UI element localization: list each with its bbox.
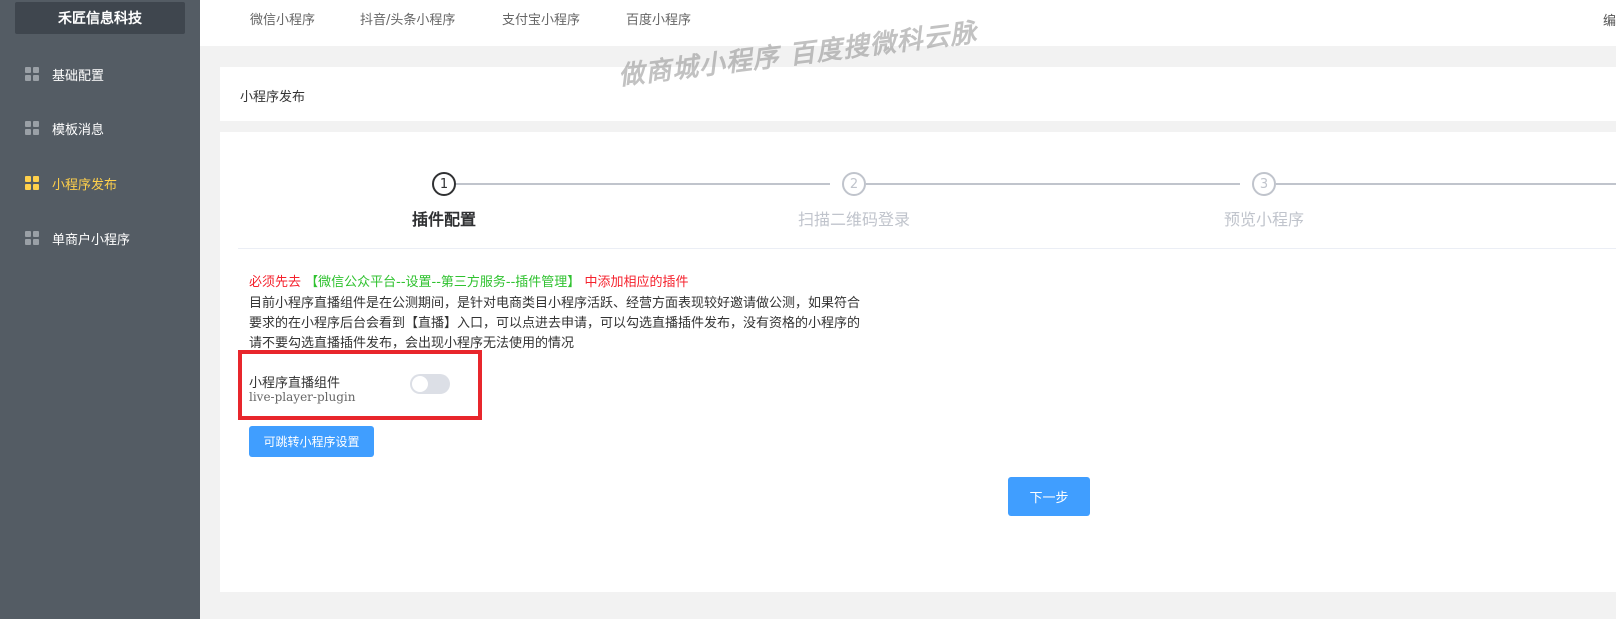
sidebar-item-basic-config[interactable]: 基础配置 [0,46,200,102]
top-nav-bar: 微信小程序 抖音/头条小程序 支付宝小程序 百度小程序 编 [200,0,1616,46]
sidebar-item-label: 基础配置 [52,68,105,84]
tab-alipay-miniprogram[interactable]: 支付宝小程序 [502,0,580,36]
grid-icon [25,67,39,81]
divider [238,248,1616,249]
live-plugin-description: 目前小程序直播组件是在公测期间，是针对电商类目小程序活跃、经营方面表现较好邀请做… [249,296,861,351]
step-2-title: 扫描二维码登录 [797,210,911,229]
notice-prefix: 必须先去 [249,275,302,290]
step-3-circle: 3 [1252,172,1276,196]
step-1-circle: 1 [432,172,456,196]
next-step-button[interactable]: 下一步 [1008,477,1090,516]
top-right-partial-link[interactable]: 编 [1603,10,1616,29]
publish-card: 1 2 3 插件配置 扫描二维码登录 预览小程序 必须先去 【微信公众平台--设… [220,132,1616,592]
sidebar-item-label: 单商户小程序 [52,232,131,248]
grid-icon [25,176,39,190]
tab-baidu-miniprogram[interactable]: 百度小程序 [626,0,691,36]
tab-wechat-miniprogram[interactable]: 微信小程序 [250,0,315,36]
sidebar: 禾匠信息科技 基础配置 模板消息 小程序发布 单商户小程序 [0,0,200,619]
step-3-title: 预览小程序 [1223,210,1305,229]
notice-suffix: 中添加相应的插件 [584,275,689,290]
miniprogram-settings-button[interactable]: 可跳转小程序设置 [249,426,374,457]
step-2-circle: 2 [842,172,866,196]
brand-logo: 禾匠信息科技 [15,2,185,34]
highlight-annotation-box [238,350,482,420]
sidebar-item-label: 小程序发布 [52,177,118,193]
grid-icon [25,231,39,245]
notice-link: 【微信公众平台--设置--第三方服务--插件管理】 [305,275,581,290]
sidebar-item-miniprogram-publish[interactable]: 小程序发布 [0,155,200,211]
sidebar-item-template-message[interactable]: 模板消息 [0,100,200,156]
step-connector [1276,183,1616,185]
grid-icon [25,121,39,135]
step-connector [866,183,1240,185]
sidebar-item-label: 模板消息 [52,122,105,138]
sidebar-item-single-merchant[interactable]: 单商户小程序 [0,210,200,266]
page-header-card: 小程序发布 [220,67,1616,121]
page-title: 小程序发布 [240,90,306,105]
plugin-notice: 必须先去 【微信公众平台--设置--第三方服务--插件管理】 中添加相应的插件 [249,271,688,290]
step-connector [456,183,830,185]
tab-douyin-miniprogram[interactable]: 抖音/头条小程序 [360,0,455,36]
step-1-title: 插件配置 [411,210,477,229]
